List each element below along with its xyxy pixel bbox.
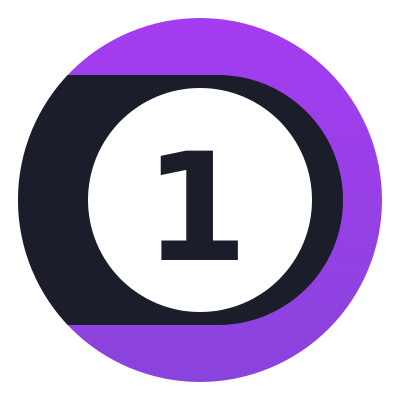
badge-number: 1 — [144, 122, 248, 296]
logo-canvas: 1 — [0, 0, 400, 400]
numbered-badge-icon: 1 — [18, 18, 382, 382]
